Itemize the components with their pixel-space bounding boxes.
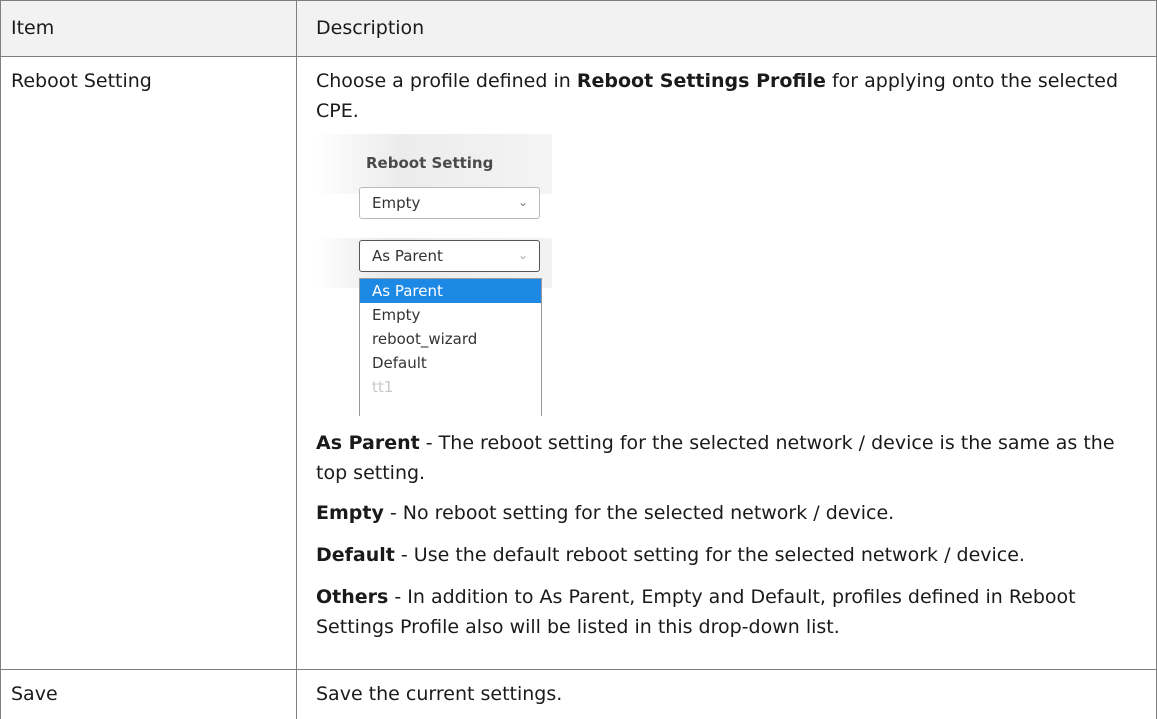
option-default[interactable]: Default <box>360 351 541 375</box>
table-border-top <box>0 0 1157 1</box>
header-item: Item <box>11 17 55 39</box>
def-empty: Empty - No reboot setting for the select… <box>316 502 895 524</box>
chevron-down-icon: ⌄ <box>517 195 528 209</box>
def-others: Others - In addition to As Parent, Empty… <box>316 586 1076 638</box>
option-empty[interactable]: Empty <box>360 303 541 327</box>
def-default: Default - Use the default reboot setting… <box>316 544 1025 566</box>
screenshot-title: Reboot Setting <box>366 154 494 172</box>
reboot-setting-select-empty[interactable]: Empty ⌄ <box>359 187 540 219</box>
option-tt1[interactable]: tt1 <box>360 375 541 399</box>
option-reboot-wizard[interactable]: reboot_wizard <box>360 327 541 351</box>
def-as-parent: As Parent - The reboot setting for the s… <box>316 432 1115 484</box>
reboot-setting-select-as-parent[interactable]: As Parent ⌄ <box>359 240 540 272</box>
chevron-down-icon: ⌄ <box>517 248 528 262</box>
table-border-left <box>0 0 1 719</box>
option-as-parent[interactable]: As Parent <box>360 279 541 303</box>
row-divider <box>0 669 1157 670</box>
reboot-setting-intro: Choose a profile defined in Reboot Setti… <box>316 70 1119 122</box>
reboot-setting-screenshot: Reboot Setting Empty ⌄ As Parent ⌄ As Pa… <box>316 134 552 416</box>
header-description: Description <box>316 17 425 39</box>
header-divider <box>0 56 1157 57</box>
select-value: As Parent <box>372 247 443 265</box>
reboot-setting-dropdown-list: As Parent Empty reboot_wizard Default tt… <box>359 278 542 416</box>
item-save: Save <box>11 683 58 705</box>
save-description: Save the current settings. <box>316 683 563 705</box>
column-divider <box>296 0 297 719</box>
table-header <box>0 0 1157 56</box>
description-table: Item Description Reboot Setting Choose a… <box>0 0 1157 719</box>
item-reboot-setting: Reboot Setting <box>11 70 152 92</box>
select-value: Empty <box>372 194 421 212</box>
